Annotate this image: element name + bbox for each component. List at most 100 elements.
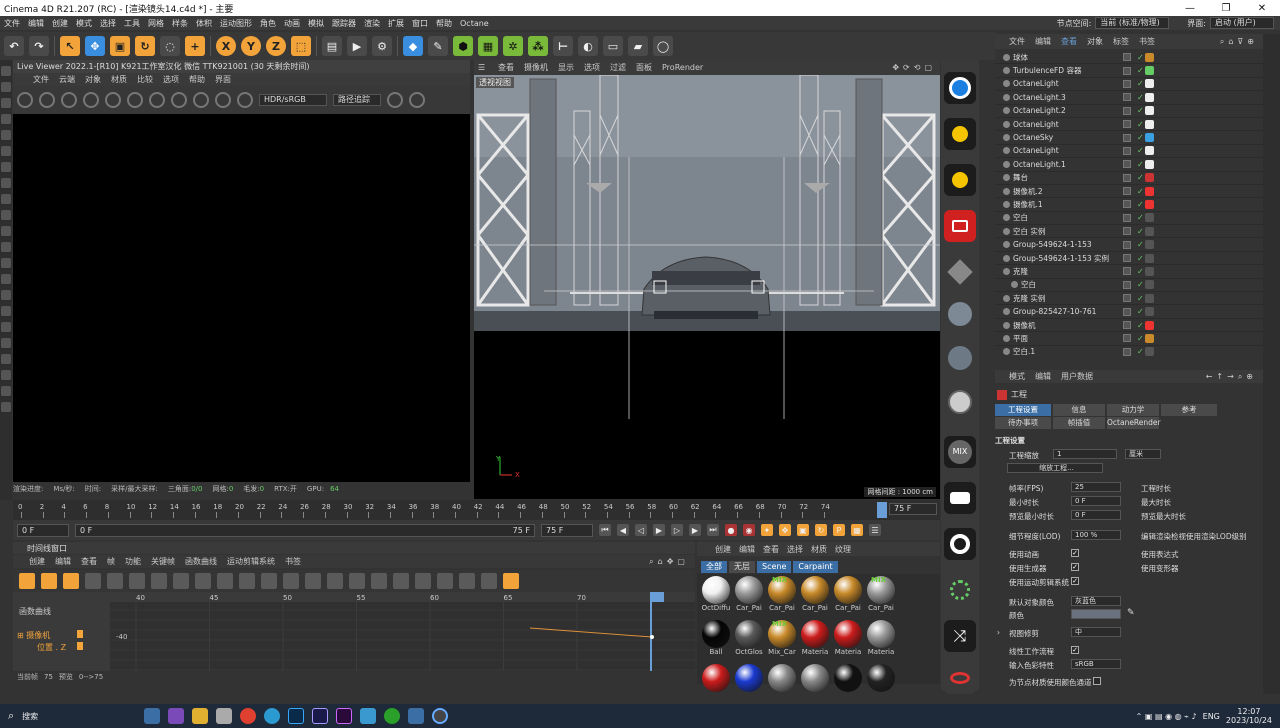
enabled-check-icon[interactable]: ✓ — [1137, 213, 1144, 222]
start-frame-field[interactable]: 0 F — [17, 523, 69, 537]
mode-icon[interactable] — [1, 354, 11, 364]
app-icon[interactable] — [216, 708, 233, 724]
layer-toggle-icon[interactable] — [1123, 227, 1131, 236]
scale-unit-select[interactable]: 厘米 — [1125, 449, 1161, 459]
layer-toggle-icon[interactable] — [1123, 133, 1131, 142]
mode-icon[interactable] — [1, 82, 11, 92]
enabled-check-icon[interactable]: ✓ — [1137, 106, 1144, 115]
scale-field[interactable]: 1 — [1053, 449, 1117, 459]
material-swatch[interactable]: MIX Car_Pai — [866, 576, 896, 616]
object-row[interactable]: 克隆 实例 ✓ — [995, 292, 1263, 306]
layer-toggle-icon[interactable] — [1123, 240, 1131, 249]
use-anim-checkbox[interactable]: ✓ — [1071, 549, 1079, 557]
menu-extensions[interactable]: 扩展 — [388, 18, 404, 29]
scale-key-icon[interactable]: ▣ — [797, 524, 809, 536]
mode-icon[interactable] — [1, 306, 11, 316]
position-key-icon[interactable]: ✥ — [779, 524, 791, 536]
cube-icon[interactable]: ◆ — [403, 36, 423, 56]
menu-edit[interactable]: 编辑 — [28, 18, 44, 29]
vp-menu-view[interactable]: 查看 — [498, 62, 514, 73]
object-row[interactable]: 摄像机.1 ✓ — [995, 198, 1263, 212]
object-tag-icon[interactable] — [1145, 347, 1154, 356]
taskbar-search[interactable]: 搜索 — [22, 711, 38, 722]
layer-toggle-icon[interactable] — [1123, 106, 1131, 115]
material-swatch[interactable]: OctDiffu — [701, 576, 731, 616]
add-icon[interactable] — [171, 92, 187, 108]
object-tag-icon[interactable] — [1145, 199, 1154, 209]
mograph-icon[interactable]: ✲ — [503, 36, 523, 56]
lod-field[interactable]: 100 % — [1071, 530, 1121, 540]
material-icon[interactable] — [237, 92, 253, 108]
object-row[interactable]: Group-549624-1-153 ✓ — [995, 238, 1263, 252]
am-menu-edit[interactable]: 编辑 — [1035, 371, 1051, 382]
x-axis-button[interactable]: X — [216, 36, 236, 56]
octane-material-ball-icon[interactable] — [944, 298, 976, 330]
object-tag-icon[interactable] — [1145, 159, 1154, 169]
clay-icon[interactable] — [193, 92, 209, 108]
enabled-check-icon[interactable]: ✓ — [1137, 79, 1144, 88]
enabled-check-icon[interactable]: ✓ — [1137, 321, 1144, 330]
enabled-check-icon[interactable]: ✓ — [1137, 240, 1144, 249]
menu-tracker[interactable]: 跟踪器 — [332, 18, 356, 29]
mat-menu-texture[interactable]: 纹理 — [835, 544, 851, 555]
tl-menu-keys[interactable]: 关键帧 — [151, 556, 175, 567]
menu-octane[interactable]: Octane — [460, 19, 489, 28]
close-button[interactable]: ✕ — [1244, 3, 1280, 14]
calculator-app-icon[interactable] — [144, 708, 161, 724]
fps-field[interactable]: 25 — [1071, 482, 1121, 492]
layer-toggle-icon[interactable] — [1123, 120, 1131, 129]
object-tag-icon[interactable] — [1145, 106, 1154, 116]
mat-menu-edit[interactable]: 编辑 — [739, 544, 755, 555]
live-viewer-canvas[interactable] — [13, 114, 470, 482]
material-swatch[interactable]: Ball — [701, 620, 731, 660]
layer-toggle-icon[interactable] — [1123, 79, 1131, 88]
frame-all-icon[interactable] — [107, 573, 123, 589]
menu-animate[interactable]: 动画 — [284, 18, 300, 29]
app-icon[interactable] — [360, 708, 377, 724]
layer-toggle-icon[interactable] — [1123, 280, 1131, 289]
chrome-app-icon[interactable] — [240, 708, 257, 724]
layer-toggle-icon[interactable] — [1123, 173, 1131, 182]
enabled-check-icon[interactable]: ✓ — [1137, 254, 1144, 263]
mode-icon[interactable] — [1, 322, 11, 332]
lv-menu-cloud[interactable]: 云端 — [59, 74, 75, 85]
mode-icon[interactable] — [1, 290, 11, 300]
ease-out-icon[interactable] — [349, 573, 365, 589]
play-icon[interactable]: ▶ — [653, 524, 665, 536]
vp-menu-panel[interactable]: 面板 — [636, 62, 652, 73]
octane-sun-icon[interactable] — [944, 118, 976, 150]
enabled-check-icon[interactable]: ✓ — [1137, 307, 1144, 316]
redo-icon[interactable]: ↷ — [29, 36, 49, 56]
octane-daylight-icon[interactable] — [944, 164, 976, 196]
layer-toggle-icon[interactable] — [1123, 66, 1131, 75]
am-menu-userdata[interactable]: 用户数据 — [1061, 371, 1093, 382]
object-row[interactable]: 平面 ✓ — [995, 332, 1263, 346]
object-tag-icon[interactable] — [1145, 79, 1154, 89]
go-end-icon[interactable]: ⏭ — [707, 524, 719, 536]
enabled-check-icon[interactable]: ✓ — [1137, 347, 1144, 356]
object-row[interactable]: 空白 ✓ — [995, 279, 1263, 293]
enabled-check-icon[interactable]: ✓ — [1137, 53, 1144, 62]
pen-icon[interactable]: ✎ — [428, 36, 448, 56]
linear-workflow-checkbox[interactable]: ✓ — [1071, 646, 1079, 654]
object-row[interactable]: 克隆 ✓ — [995, 265, 1263, 279]
object-row[interactable]: OctaneSky ✓ — [995, 131, 1263, 145]
pla-key-icon[interactable]: ▦ — [851, 524, 863, 536]
material-swatch[interactable]: Materia — [833, 620, 863, 660]
step-icon[interactable] — [305, 573, 321, 589]
octane-scatter-icon[interactable] — [944, 574, 976, 606]
enabled-check-icon[interactable]: ✓ — [1137, 173, 1144, 182]
ripple-icon[interactable] — [195, 573, 211, 589]
record-icon[interactable]: ● — [725, 524, 737, 536]
lock-icon[interactable] — [127, 92, 143, 108]
restart-icon[interactable] — [39, 92, 55, 108]
camera-icon[interactable]: ▰ — [628, 36, 648, 56]
render-picture-viewer-icon[interactable]: ▶ — [347, 36, 367, 56]
tl-menu-fcurves[interactable]: 函数曲线 — [185, 556, 217, 567]
enabled-check-icon[interactable]: ✓ — [1137, 120, 1144, 129]
tab-octanerender[interactable]: OctaneRender — [1107, 417, 1161, 429]
om-menu-object[interactable]: 对象 — [1087, 36, 1103, 47]
app-icon[interactable] — [168, 708, 185, 724]
octane-node-editor-icon[interactable] — [944, 256, 976, 288]
select-tool-icon[interactable]: ↖ — [60, 36, 80, 56]
